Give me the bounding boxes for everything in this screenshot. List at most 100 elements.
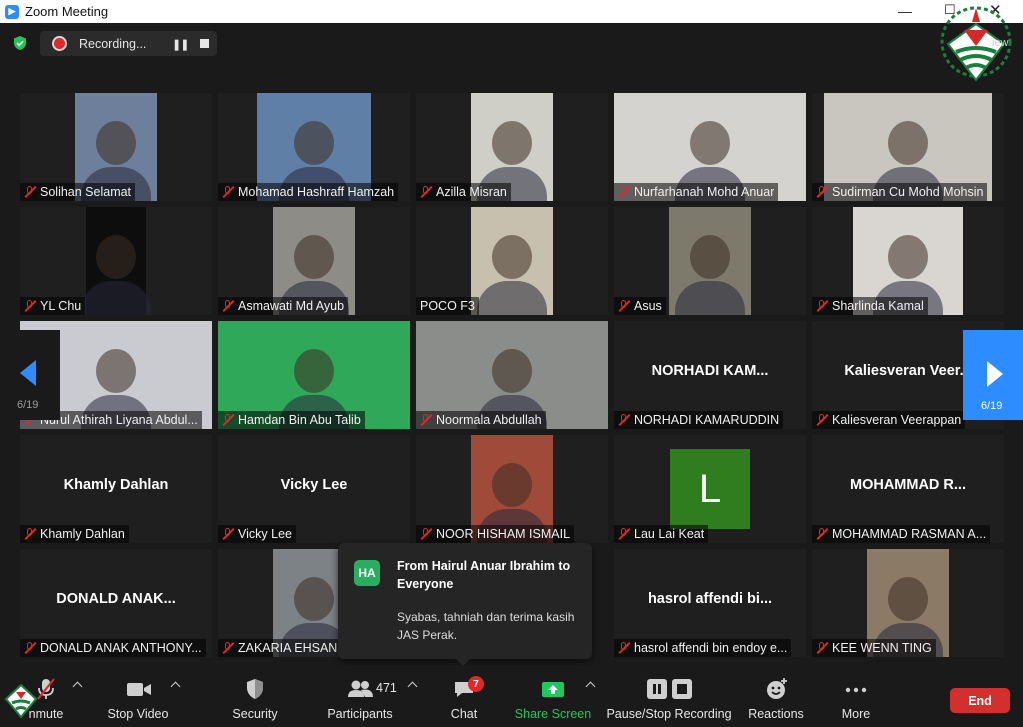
previous-page-button[interactable]: 6/19 [0, 330, 60, 420]
participant-name: Sharlinda Kamal [832, 299, 924, 313]
audio-options-caret-icon[interactable] [72, 681, 83, 692]
view-toggle-label[interactable]: iew [992, 37, 1009, 49]
person-silhouette-icon [888, 121, 928, 165]
participant-name-bar: Hamdan Bin Abu Talib [218, 411, 365, 429]
share-screen-button[interactable]: Share Screen [512, 665, 594, 727]
participant-name: DONALD ANAK ANTHONY... [40, 641, 202, 655]
participant-tile[interactable]: Nurfarhanah Mohd Anuar [614, 93, 806, 201]
participant-name-bar: Nurfarhanah Mohd Anuar [614, 183, 779, 201]
participant-display-name: NORHADI KAM... [651, 363, 769, 379]
microphone-muted-icon [816, 414, 828, 426]
participant-tile[interactable]: hasrol affendi bi... hasrol affendi bin e… [614, 549, 806, 657]
window-title: Zoom Meeting [25, 4, 109, 19]
participant-name-bar: ZAKARIA EHSAN [218, 639, 342, 657]
chat-notification[interactable]: HA From Hairul Anuar Ibrahim to Everyone… [338, 543, 592, 666]
participant-tile[interactable]: Sharlinda Kamal [812, 207, 1004, 315]
chat-sender-line: From Hairul Anuar Ibrahim to Everyone [397, 559, 571, 591]
participant-name: NOOR HISHAM ISMAIL [436, 527, 571, 541]
participant-display-name: DONALD ANAK... [56, 591, 176, 607]
participant-name: Sudirman Cu Mohd Mohsin [832, 185, 984, 199]
microphone-muted-icon [816, 528, 828, 540]
participant-tile[interactable]: NOOR HISHAM ISMAIL [416, 435, 608, 543]
participant-name-bar: Asmawati Md Ayub [218, 297, 349, 315]
participant-name: hasrol affendi bin endoy e... [634, 641, 788, 655]
participant-tile[interactable]: DONALD ANAK... DONALD ANAK ANTHONY... [20, 549, 212, 657]
participant-name-bar: Mohamad Hashraff Hamzah [218, 183, 399, 201]
more-label: More [841, 707, 871, 721]
person-silhouette-icon [492, 463, 532, 507]
jas-logo-small-icon [4, 683, 38, 719]
participant-name: NORHADI KAMARUDDIN [634, 413, 780, 427]
security-icon [247, 679, 263, 699]
reactions-button[interactable]: Reactions [746, 665, 806, 727]
security-button[interactable]: Security [224, 665, 286, 727]
more-options-icon [845, 687, 867, 693]
participant-name: KEE WENN TING [832, 641, 932, 655]
participant-video [669, 207, 751, 315]
pause-stop-recording-button[interactable]: Pause/Stop Recording [606, 665, 732, 727]
recording-label: Recording... [79, 36, 147, 51]
participant-tile[interactable]: Mohamad Hashraff Hamzah [218, 93, 410, 201]
participant-name-bar: NOOR HISHAM ISMAIL [416, 525, 575, 543]
chat-unread-badge: 7 [468, 676, 484, 692]
microphone-muted-icon [618, 642, 630, 654]
arrow-right-icon [987, 361, 1003, 387]
security-shield-icon[interactable] [12, 35, 28, 51]
participant-tile[interactable]: Khamly Dahlan Khamly Dahlan [20, 435, 212, 543]
participant-tile[interactable]: Azilla Misran [416, 93, 608, 201]
person-silhouette-icon [294, 121, 334, 165]
participant-tile[interactable]: Vicky Lee Vicky Lee [218, 435, 410, 543]
microphone-muted-icon [618, 528, 630, 540]
participant-display-name: MOHAMMAD R... [850, 477, 966, 493]
participant-tile[interactable]: KEE WENN TING [812, 549, 1004, 657]
participants-button[interactable]: Participants [323, 665, 397, 727]
participant-tile[interactable]: Asmawati Md Ayub [218, 207, 410, 315]
participant-name-bar: Asus [614, 297, 666, 315]
person-silhouette-icon [888, 235, 928, 279]
participant-name-bar: Azilla Misran [416, 183, 511, 201]
chat-label: Chat [450, 707, 478, 721]
person-silhouette-icon [294, 349, 334, 393]
chat-button[interactable]: Chat [440, 665, 488, 727]
participant-tile[interactable]: Hamdan Bin Abu Talib [218, 321, 410, 429]
participants-label: Participants [327, 707, 393, 721]
participant-name-bar: DONALD ANAK ANTHONY... [20, 639, 206, 657]
microphone-muted-icon [420, 414, 432, 426]
pause-recording-icon[interactable]: ❚❚ [172, 38, 189, 51]
participant-tile[interactable]: Noormala Abdullah [416, 321, 608, 429]
participant-name: Hamdan Bin Abu Talib [238, 413, 361, 427]
participant-tile[interactable]: Sudirman Cu Mohd Mohsin [812, 93, 1004, 201]
microphone-muted-icon [222, 642, 234, 654]
minimize-icon[interactable]: — [898, 3, 912, 19]
participant-letter-avatar: L [670, 449, 750, 529]
participant-name-bar: Vicky Lee [218, 525, 296, 543]
participant-tile[interactable]: Solihan Selamat [20, 93, 212, 201]
end-meeting-button[interactable]: End [950, 688, 1010, 713]
person-silhouette-icon [492, 121, 532, 165]
participant-name: Khamly Dahlan [40, 527, 125, 541]
participant-tile[interactable]: POCO F3 [416, 207, 608, 315]
pause-stop-icons [647, 679, 692, 699]
participant-name-bar: MOHAMMAD RASMAN A... [812, 525, 991, 543]
participant-tile[interactable]: NORHADI KAM... NORHADI KAMARUDDIN [614, 321, 806, 429]
person-silhouette-icon [294, 235, 334, 279]
participant-display-name: Khamly Dahlan [63, 477, 169, 493]
person-body-shape [81, 281, 151, 315]
person-silhouette-icon [690, 235, 730, 279]
participant-tile[interactable]: Asus [614, 207, 806, 315]
next-page-button[interactable]: 6/19 [963, 330, 1023, 420]
share-screen-label: Share Screen [514, 707, 592, 721]
page-indicator-right: 6/19 [981, 400, 1003, 412]
participant-tile[interactable]: MOHAMMAD R... MOHAMMAD RASMAN A... [812, 435, 1004, 543]
participant-tile[interactable]: YL Chu [20, 207, 212, 315]
more-button[interactable]: More [832, 665, 880, 727]
participants-icon [348, 680, 373, 697]
participant-tile[interactable]: L Lau Lai Keat [614, 435, 806, 543]
participants-options-caret-icon[interactable] [407, 681, 418, 692]
stop-recording-icon[interactable] [200, 39, 209, 48]
participant-name-bar: Noormala Abdullah [416, 411, 546, 429]
participant-name-bar: hasrol affendi bin endoy e... [614, 639, 792, 657]
person-silhouette-icon [96, 235, 136, 279]
microphone-muted-icon [24, 642, 36, 654]
stop-video-button[interactable]: Stop Video [100, 665, 176, 727]
